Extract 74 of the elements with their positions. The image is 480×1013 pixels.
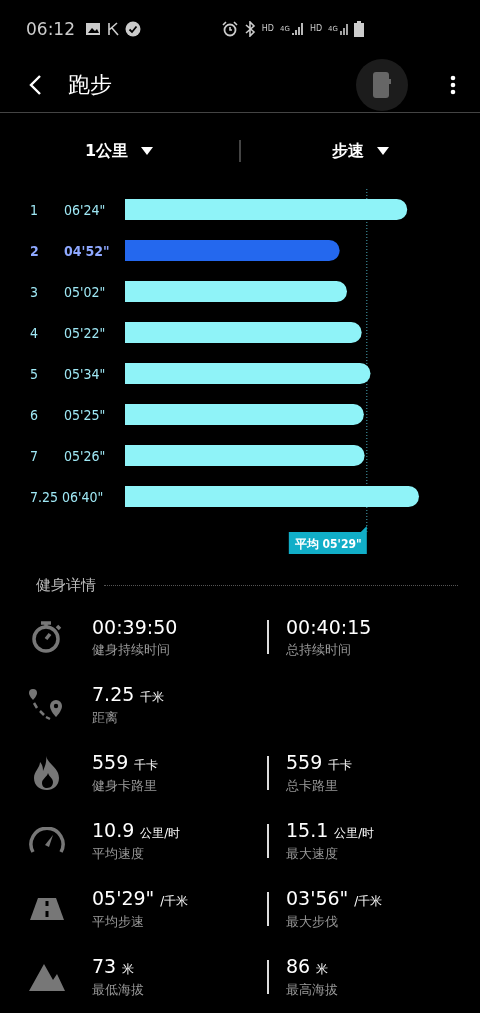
stat-unit: 米 bbox=[316, 961, 329, 978]
stat-label: 最高海拔 bbox=[286, 981, 339, 999]
network-label: HD bbox=[261, 24, 275, 33]
stat-unit: 千卡 bbox=[328, 757, 353, 774]
stat-value: 15.1 bbox=[286, 819, 329, 841]
split-pace: 05'02" bbox=[64, 284, 106, 300]
signal-icon bbox=[340, 21, 348, 36]
filter-dropdown[interactable]: 步速 bbox=[241, 139, 480, 163]
stat-value: 00:40:15 bbox=[286, 615, 372, 638]
watch-icon bbox=[372, 70, 392, 99]
stopwatch-icon bbox=[30, 620, 64, 654]
split-pace: 04'52" bbox=[64, 243, 110, 259]
stat-value: 559 bbox=[92, 751, 129, 773]
stat-label: 健身持续时间 bbox=[92, 640, 171, 659]
caret-icon bbox=[375, 146, 390, 156]
flame-icon bbox=[32, 755, 62, 791]
signal-icon bbox=[291, 21, 304, 36]
split-distance: 7 bbox=[30, 448, 38, 464]
stat-unit: 公里/时 bbox=[334, 825, 375, 842]
split-pace: 06'24" bbox=[64, 202, 106, 218]
stat-value: 03'56" bbox=[286, 887, 349, 909]
stat-unit: 公里/时 bbox=[140, 825, 181, 842]
split-distance: 7.25 bbox=[30, 489, 59, 505]
stat-unit: 千卡 bbox=[134, 757, 159, 774]
split-pace: 05'34" bbox=[64, 366, 106, 382]
stat-unit: 米 bbox=[122, 961, 135, 978]
back-icon bbox=[28, 73, 42, 96]
stat-label: 平均速度 bbox=[92, 845, 145, 863]
stat-label: 最大步伐 bbox=[286, 913, 339, 931]
stat-label: 总卡路里 bbox=[286, 777, 339, 795]
network-label: HD bbox=[309, 24, 323, 33]
bluetooth-icon bbox=[243, 20, 256, 37]
stat-value: 05'29" bbox=[92, 887, 155, 909]
stat-unit: /千米 bbox=[354, 893, 383, 910]
speedometer-icon bbox=[28, 827, 66, 855]
split-distance: 3 bbox=[30, 284, 38, 300]
split-pace: 05'25" bbox=[64, 407, 106, 423]
road-icon bbox=[29, 897, 65, 921]
section-title: 健身详情 bbox=[36, 575, 96, 595]
stat-label: 最低海拔 bbox=[92, 981, 145, 999]
split-distance: 2 bbox=[30, 243, 39, 259]
stat-label: 距离 bbox=[92, 709, 119, 727]
stat-label: 健身卡路里 bbox=[92, 777, 158, 795]
split-distance: 4 bbox=[30, 325, 38, 341]
alarm-icon bbox=[221, 20, 238, 37]
average-tag: 平均 05'29" bbox=[288, 526, 367, 554]
split-pace: 05'22" bbox=[64, 325, 106, 341]
split-distance: 6 bbox=[30, 407, 38, 423]
k-icon bbox=[107, 21, 119, 36]
image-icon bbox=[85, 21, 101, 36]
split-distance: 1 bbox=[30, 202, 38, 218]
stat-label: 平均步速 bbox=[92, 913, 145, 931]
page-title: 跑步 bbox=[68, 70, 112, 99]
stat-value: 7.25 bbox=[92, 683, 135, 705]
stat-value: 00:39:50 bbox=[92, 615, 178, 638]
stat-unit: /千米 bbox=[160, 893, 189, 910]
more-icon bbox=[450, 74, 456, 95]
stat-value: 86 bbox=[286, 955, 311, 977]
filter-dropdown[interactable]: 1公里 bbox=[0, 139, 239, 163]
check-badge-icon bbox=[125, 20, 141, 37]
mountain-icon bbox=[29, 962, 65, 992]
stat-value: 559 bbox=[286, 751, 323, 773]
stat-value: 73 bbox=[92, 955, 117, 977]
battery-icon bbox=[354, 20, 364, 37]
split-pace: 06'40" bbox=[62, 489, 104, 505]
stat-unit: 千米 bbox=[140, 689, 165, 706]
watch-button[interactable] bbox=[356, 58, 408, 111]
caret-icon bbox=[140, 146, 155, 156]
split-distance: 5 bbox=[30, 366, 38, 382]
status-time: 06:12 bbox=[26, 18, 75, 39]
stat-label: 最大速度 bbox=[286, 845, 339, 863]
stat-label: 总持续时间 bbox=[286, 640, 352, 659]
split-pace: 05'26" bbox=[64, 448, 106, 464]
stat-value: 10.9 bbox=[92, 819, 135, 841]
